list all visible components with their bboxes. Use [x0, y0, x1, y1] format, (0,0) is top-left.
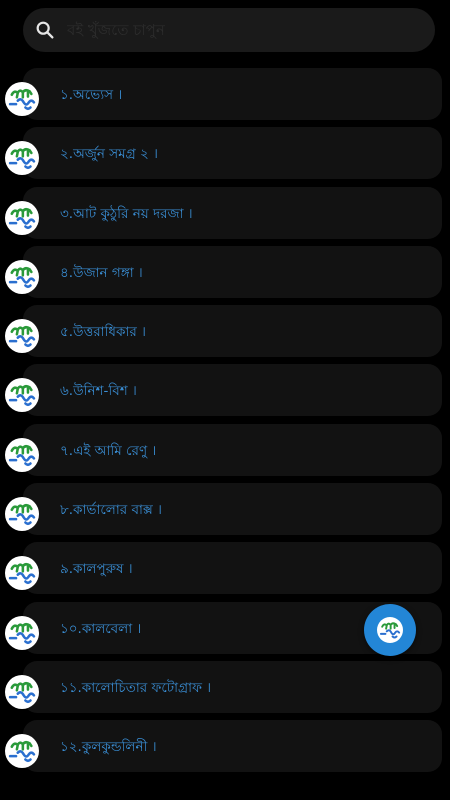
- book-title: ৭.এই আমি রেণু ।: [60, 442, 157, 459]
- list-item[interactable]: ৬.উনিশ-বিশ ।: [0, 364, 450, 423]
- book-title: ৪.উজান গঙ্গা ।: [60, 264, 143, 281]
- book-list-screen: ১.অভ্যেস । ২.অর্জুন সমগ্র ২ । ৩.আট কুঠুরি …: [0, 0, 450, 800]
- book-title: ৬.উনিশ-বিশ ।: [60, 383, 137, 400]
- book-title: ১১.কালোচিতার ফটোগ্রাফ ।: [60, 679, 212, 696]
- list-item[interactable]: ১২.কুলকুন্ডলিনী ।: [0, 720, 450, 779]
- boi-ting-logo-icon: [377, 617, 403, 643]
- book-title: ৮.কার্ভালোর বাক্স ।: [60, 502, 162, 519]
- list-item[interactable]: ৮.কার্ভালোর বাক্স ।: [0, 483, 450, 542]
- book-list: ১.অভ্যেস । ২.অর্জুন সমগ্র ২ । ৩.আট কুঠুরি …: [0, 68, 450, 780]
- list-item[interactable]: ১১.কালোচিতার ফটোগ্রাফ ।: [0, 660, 450, 720]
- list-item[interactable]: ২.অর্জুন সমগ্র ২ ।: [0, 127, 450, 186]
- list-item[interactable]: ৯.কালপুরুষ ।: [0, 542, 450, 601]
- boi-ting-logo-icon: [5, 497, 39, 532]
- boi-ting-logo-icon: [5, 82, 39, 116]
- book-title: ১.অভ্যেস ।: [60, 87, 123, 103]
- search-input[interactable]: [67, 21, 419, 39]
- book-title: ৯.কালপুরুষ ।: [60, 561, 133, 578]
- book-title: ১২.কুলকুন্ডলিনী ।: [60, 739, 157, 756]
- book-title: ১০.কালবেলা ।: [60, 620, 142, 637]
- list-item[interactable]: ৩.আট কুঠুরি নয় দরজা ।: [0, 186, 450, 246]
- list-item[interactable]: ৭.এই আমি রেণু ।: [0, 423, 450, 483]
- boi-ting-logo-icon: [5, 319, 39, 354]
- search-icon[interactable]: [23, 8, 67, 52]
- search-bar[interactable]: [23, 8, 435, 52]
- fab-button[interactable]: [364, 604, 416, 656]
- book-title: ৫.উত্তরাধিকার ।: [60, 324, 146, 341]
- list-item[interactable]: ৪.উজান গঙ্গা ।: [0, 245, 450, 305]
- boi-ting-logo-icon: [5, 674, 39, 709]
- list-item[interactable]: ৫.উত্তরাধিকার ।: [0, 305, 450, 364]
- book-title: ৩.আট কুঠুরি নয় দরজা ।: [60, 205, 193, 222]
- boi-ting-logo-icon: [5, 259, 39, 294]
- list-item[interactable]: ১.অভ্যেস ।: [0, 68, 450, 127]
- boi-ting-logo-icon: [5, 615, 39, 650]
- book-title: ২.অর্জুন সমগ্র ২ ।: [60, 146, 158, 163]
- boi-ting-logo-icon: [5, 437, 39, 472]
- boi-ting-logo-icon: [5, 200, 39, 235]
